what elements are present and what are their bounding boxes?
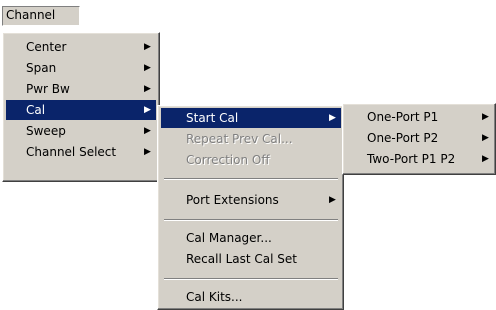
menu-item-recall-last-cal-set[interactable]: Recall Last Cal Set: [161, 249, 341, 269]
menu-item-pwr-bw[interactable]: Pwr Bw ▶: [6, 79, 156, 99]
arrow-right-icon: ▶: [144, 63, 151, 73]
menu-item-label: One-Port P2: [367, 131, 439, 145]
menu-item-cal-manager[interactable]: Cal Manager...: [161, 228, 341, 248]
menu-item-label: Channel Select: [26, 145, 117, 159]
menu-separator: [164, 278, 338, 280]
menu-item-label: Repeat Prev Cal...: [186, 132, 293, 146]
menu-item-one-port-p2[interactable]: One-Port P2 ▶: [346, 128, 493, 148]
menu-item-cal[interactable]: Cal ▶: [6, 100, 156, 120]
menu-item-label: Cal: [26, 103, 46, 117]
menu-item-center[interactable]: Center ▶: [6, 37, 156, 57]
menu-item-label: Cal Kits...: [186, 290, 243, 304]
menu-item-label: Cal Manager...: [186, 231, 272, 245]
menu-item-cal-kits[interactable]: Cal Kits...: [161, 287, 341, 307]
arrow-right-icon: ▶: [144, 147, 151, 157]
arrow-right-icon: ▶: [482, 112, 489, 122]
menu-item-label: Port Extensions: [186, 193, 279, 207]
menu-separator: [164, 178, 338, 180]
arrow-right-icon: ▶: [482, 133, 489, 143]
menu-item-channel-select[interactable]: Channel Select ▶: [6, 142, 156, 162]
menu-item-span[interactable]: Span ▶: [6, 58, 156, 78]
start-cal-submenu: One-Port P1 ▶ One-Port P2 ▶ Two-Port P1 …: [342, 103, 496, 175]
menu-item-one-port-p1[interactable]: One-Port P1 ▶: [346, 107, 493, 127]
arrow-right-icon: ▶: [329, 113, 336, 123]
menu-item-sweep[interactable]: Sweep ▶: [6, 121, 156, 141]
cal-submenu: Start Cal ▶ Repeat Prev Cal... Correctio…: [157, 105, 344, 310]
menu-item-label: Pwr Bw: [26, 82, 70, 96]
menu-channel-label: Channel: [6, 8, 56, 22]
menu-item-label: Span: [26, 61, 57, 75]
menu-item-label: Two-Port P1 P2: [367, 152, 456, 166]
menu-item-repeat-prev-cal: Repeat Prev Cal...: [161, 129, 341, 149]
arrow-right-icon: ▶: [144, 105, 151, 115]
menu-item-correction-off: Correction Off: [161, 150, 341, 170]
arrow-right-icon: ▶: [329, 195, 336, 205]
menu-item-start-cal[interactable]: Start Cal ▶: [161, 108, 341, 128]
menu-item-label: Center: [26, 40, 67, 54]
arrow-right-icon: ▶: [144, 42, 151, 52]
channel-menu: Center ▶ Span ▶ Pwr Bw ▶ Cal ▶ Sweep ▶ C…: [2, 32, 160, 182]
menu-item-label: One-Port P1: [367, 110, 439, 124]
arrow-right-icon: ▶: [144, 126, 151, 136]
menu-item-port-extensions[interactable]: Port Extensions ▶: [161, 190, 341, 210]
menu-channel[interactable]: Channel: [2, 6, 80, 26]
menu-item-label: Sweep: [26, 124, 66, 138]
menu-item-label: Recall Last Cal Set: [186, 252, 298, 266]
arrow-right-icon: ▶: [482, 154, 489, 164]
menu-item-label: Start Cal: [186, 111, 239, 125]
menu-separator: [164, 219, 338, 221]
arrow-right-icon: ▶: [144, 84, 151, 94]
menu-item-label: Correction Off: [186, 153, 270, 167]
menu-item-two-port-p1-p2[interactable]: Two-Port P1 P2 ▶: [346, 149, 493, 169]
